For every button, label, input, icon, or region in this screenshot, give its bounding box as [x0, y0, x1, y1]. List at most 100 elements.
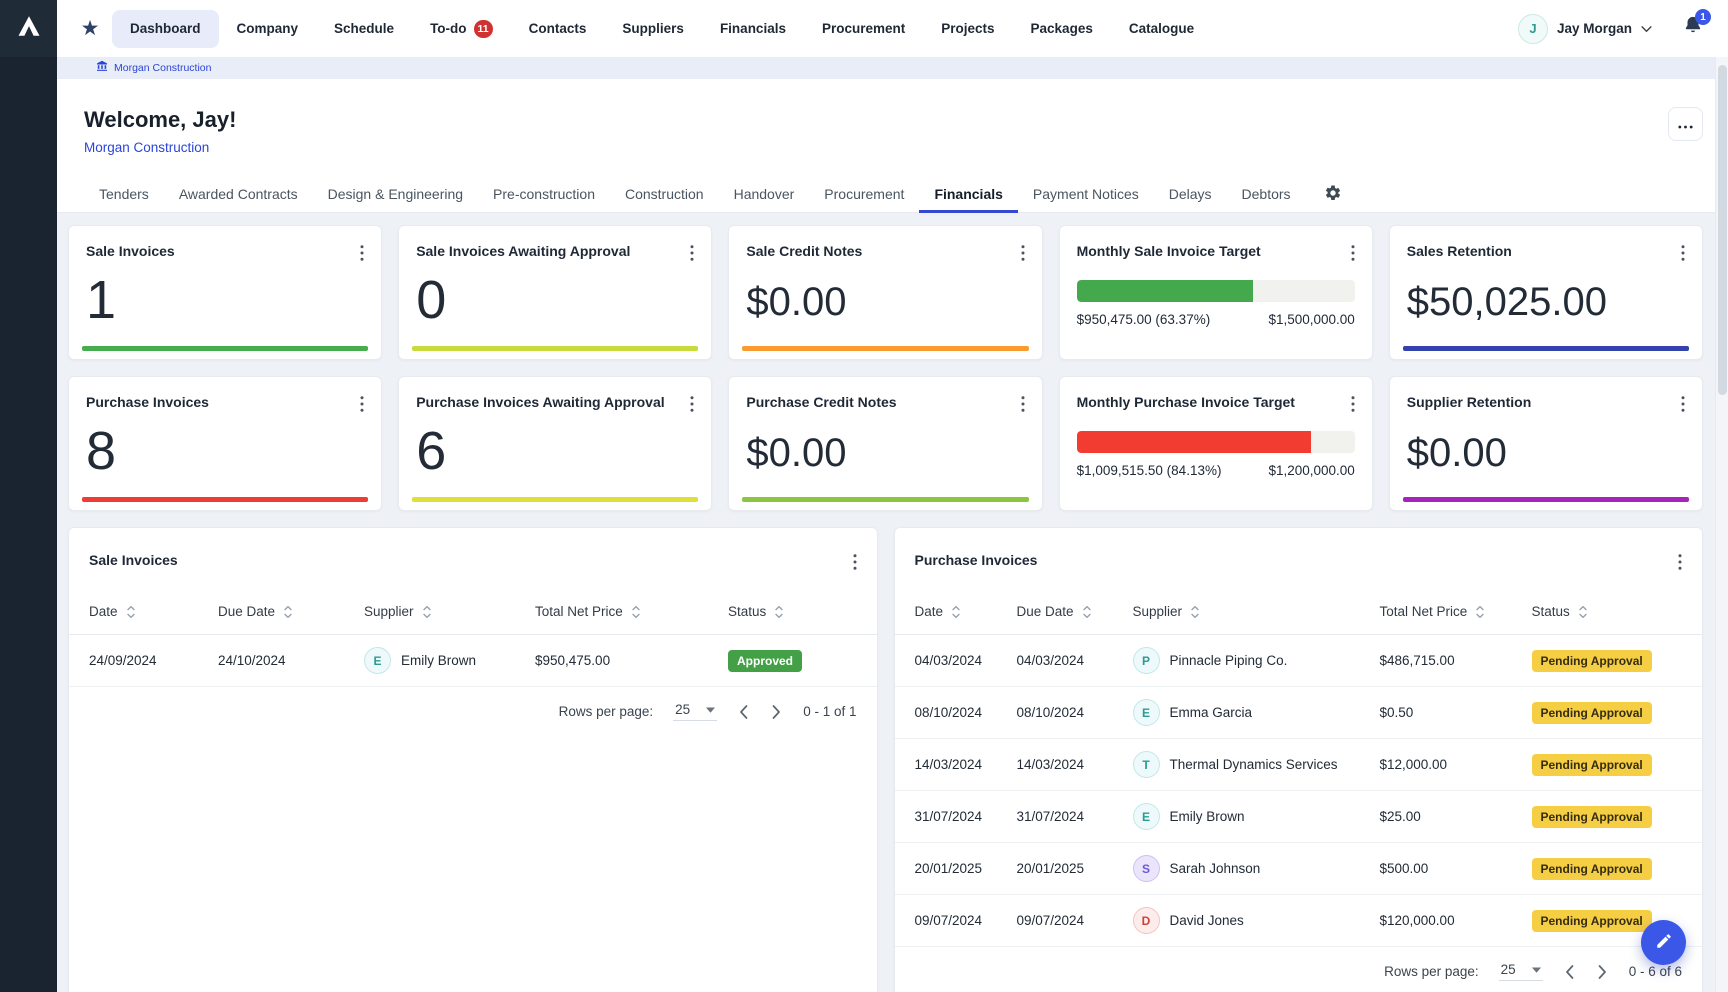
column-header-total-net-price[interactable]: Total Net Price: [535, 604, 728, 619]
scrollbar-thumb[interactable]: [1718, 65, 1727, 395]
tab-handover[interactable]: Handover: [719, 177, 810, 213]
column-header-status[interactable]: Status: [1532, 604, 1683, 619]
tab-procurement[interactable]: Procurement: [809, 177, 919, 213]
card-accent-bar: [82, 497, 368, 502]
card-menu-kebab-icon[interactable]: [1017, 394, 1029, 417]
table-row[interactable]: 04/03/2024 04/03/2024 PPinnacle Piping C…: [895, 635, 1703, 687]
kpi-card-sale-invoices: Sale Invoices 1: [68, 225, 382, 360]
table-menu-kebab-icon[interactable]: [849, 552, 861, 575]
card-menu-kebab-icon[interactable]: [1677, 243, 1689, 266]
table-row[interactable]: 14/03/2024 14/03/2024 TThermal Dynamics …: [895, 739, 1703, 791]
chevron-left-icon: [1565, 965, 1574, 979]
welcome-section: Welcome, Jay! Morgan Construction: [57, 79, 1728, 157]
next-page-button[interactable]: [1596, 963, 1609, 981]
nav-item-procurement[interactable]: Procurement: [804, 10, 923, 48]
building-icon: [96, 59, 108, 77]
supplier-avatar: P: [1133, 647, 1160, 674]
purchase-target-current: $1,009,515.50 (84.13%): [1077, 463, 1222, 478]
card-menu-kebab-icon[interactable]: [1677, 394, 1689, 417]
breadcrumb-company-link[interactable]: Morgan Construction: [114, 62, 211, 74]
pencil-icon: [1655, 932, 1673, 953]
purchase-target-goal: $1,200,000.00: [1268, 463, 1354, 478]
more-options-button[interactable]: [1668, 107, 1703, 141]
card-accent-bar: [412, 346, 698, 351]
nav-item-schedule[interactable]: Schedule: [316, 10, 412, 48]
kpi-card-purchase-invoices-awaiting: Purchase Invoices Awaiting Approval 6: [398, 376, 712, 511]
kpi-value: 6: [416, 423, 694, 480]
column-header-status[interactable]: Status: [728, 604, 857, 619]
nav-item-dashboard[interactable]: Dashboard: [112, 10, 219, 48]
brand-logo[interactable]: [0, 0, 57, 57]
kpi-card-sale-credit-notes: Sale Credit Notes $0.00: [728, 225, 1042, 360]
tab-tenders[interactable]: Tenders: [84, 177, 164, 213]
card-menu-kebab-icon[interactable]: [356, 394, 368, 417]
previous-page-button[interactable]: [1563, 963, 1576, 981]
rows-per-page-select[interactable]: 25: [1499, 962, 1543, 981]
nav-item-catalogue[interactable]: Catalogue: [1111, 10, 1212, 48]
kpi-value: 1: [86, 272, 364, 329]
ellipsis-icon: [1678, 117, 1693, 132]
company-link[interactable]: Morgan Construction: [84, 140, 209, 155]
table-menu-kebab-icon[interactable]: [1674, 552, 1686, 575]
user-name: Jay Morgan: [1557, 21, 1632, 36]
nav-item-company[interactable]: Company: [219, 10, 317, 48]
nav-item-financials[interactable]: Financials: [702, 10, 804, 48]
sort-icon: [126, 605, 136, 619]
tab-design-engineering[interactable]: Design & Engineering: [313, 177, 478, 213]
card-menu-kebab-icon[interactable]: [1347, 394, 1359, 417]
card-accent-bar: [742, 497, 1028, 502]
sale-target-current: $950,475.00 (63.37%): [1077, 312, 1211, 327]
nav-item-packages[interactable]: Packages: [1013, 10, 1111, 48]
nav-item-projects[interactable]: Projects: [923, 10, 1012, 48]
edit-fab-button[interactable]: [1641, 920, 1686, 965]
favorites-star-icon[interactable]: ★: [77, 16, 103, 41]
status-badge: Approved: [728, 650, 802, 672]
tab-financials[interactable]: Financials: [919, 177, 1017, 213]
card-accent-bar: [1403, 497, 1689, 502]
caret-down-icon: [1532, 967, 1541, 973]
table-row[interactable]: 31/07/2024 31/07/2024 EEmily Brown $25.0…: [895, 791, 1703, 843]
tab-construction[interactable]: Construction: [610, 177, 719, 213]
tab-awarded-contracts[interactable]: Awarded Contracts: [164, 177, 313, 213]
tab-delays[interactable]: Delays: [1154, 177, 1227, 213]
column-header-supplier[interactable]: Supplier: [1133, 604, 1380, 619]
tab-debtors[interactable]: Debtors: [1227, 177, 1306, 213]
tab-payment-notices[interactable]: Payment Notices: [1018, 177, 1154, 213]
card-menu-kebab-icon[interactable]: [1347, 243, 1359, 266]
card-menu-kebab-icon[interactable]: [356, 243, 368, 266]
sale-table-header-row: Date Due Date Supplier Total Net Price S…: [69, 589, 877, 635]
card-menu-kebab-icon[interactable]: [686, 394, 698, 417]
status-badge: Pending Approval: [1532, 806, 1652, 828]
chevron-right-icon: [772, 705, 781, 719]
kpi-card-grid: Sale Invoices 1 Sale Invoices Awaiting A…: [68, 225, 1703, 511]
notifications-button[interactable]: 1: [1682, 15, 1704, 42]
column-header-date[interactable]: Date: [915, 604, 1017, 619]
tabs-settings-gear-icon[interactable]: [1324, 184, 1342, 202]
sale-target-progress-track: [1077, 280, 1355, 302]
column-header-date[interactable]: Date: [89, 604, 218, 619]
kpi-value: $0.00: [746, 431, 1024, 475]
column-header-supplier[interactable]: Supplier: [364, 604, 535, 619]
column-header-due-date[interactable]: Due Date: [1017, 604, 1133, 619]
next-page-button[interactable]: [770, 703, 783, 721]
sort-icon: [1082, 605, 1092, 619]
card-menu-kebab-icon[interactable]: [686, 243, 698, 266]
bell-icon: [1682, 24, 1704, 41]
nav-item-suppliers[interactable]: Suppliers: [604, 10, 702, 48]
table-row[interactable]: 20/01/2025 20/01/2025 SSarah Johnson $50…: [895, 843, 1703, 895]
rows-per-page-select[interactable]: 25: [673, 702, 717, 721]
card-accent-bar: [412, 497, 698, 502]
previous-page-button[interactable]: [737, 703, 750, 721]
table-row[interactable]: 24/09/2024 24/10/2024 EEmily Brown $950,…: [69, 635, 877, 687]
column-header-due-date[interactable]: Due Date: [218, 604, 364, 619]
nav-item-contacts[interactable]: Contacts: [511, 10, 605, 48]
table-row[interactable]: 09/07/2024 09/07/2024 DDavid Jones $120,…: [895, 895, 1703, 947]
user-menu[interactable]: J Jay Morgan: [1518, 14, 1652, 44]
kpi-card-sales-retention: Sales Retention $50,025.00: [1389, 225, 1703, 360]
nav-item-todo[interactable]: To-do11: [412, 10, 511, 48]
card-menu-kebab-icon[interactable]: [1017, 243, 1029, 266]
tab-pre-construction[interactable]: Pre-construction: [478, 177, 610, 213]
table-row[interactable]: 08/10/2024 08/10/2024 EEmma Garcia $0.50…: [895, 687, 1703, 739]
column-header-total-net-price[interactable]: Total Net Price: [1380, 604, 1532, 619]
kpi-value: 0: [416, 272, 694, 329]
